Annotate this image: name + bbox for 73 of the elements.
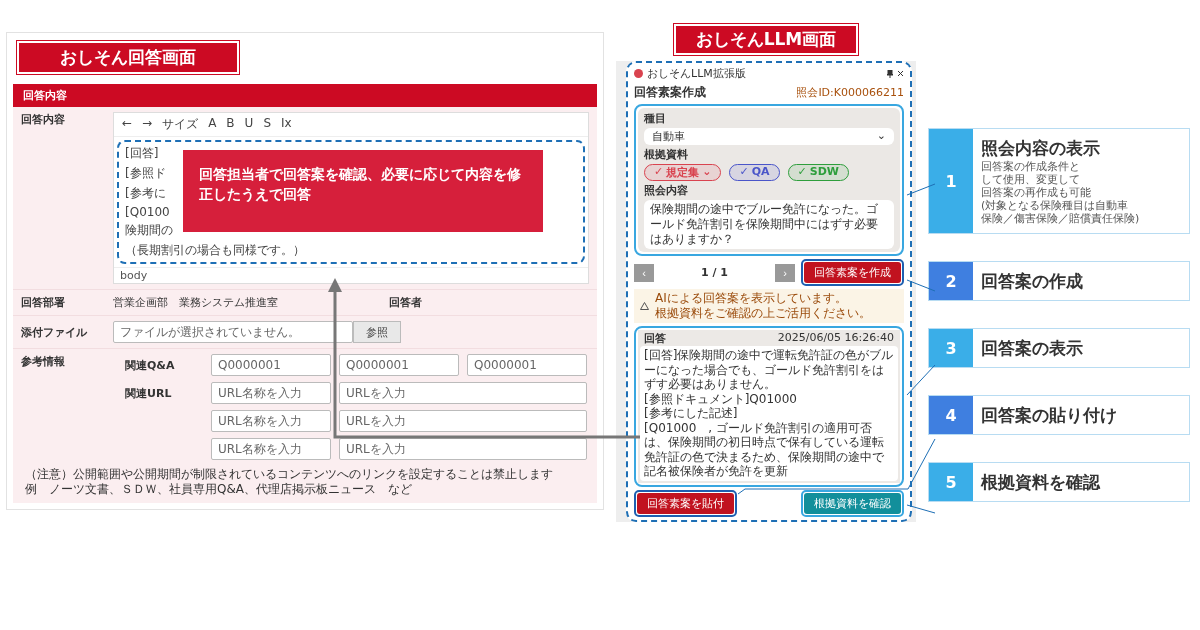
paste-draft-button[interactable]: 回答素案を貼付 (637, 492, 734, 514)
step-number: 2 (929, 262, 973, 300)
answer-text-area[interactable]: [回答]保険期間の途中で運転免許証の色がブルーになった場合でも、ゴールド免許割引をはずす必要はありません。 [参照ドキュメント]Q01000 [参考にした記述] [Q01000 , ゴールド免許割引の適用可否は、保険期間の初日時点で保有している運転免許証の色で決まるため、保険期間の途中で記名被保険者が免許を更新 (640, 346, 898, 481)
timestamp: 2025/06/05 16:26:40 (777, 331, 894, 346)
field-label: 関連Q&A (124, 357, 176, 373)
callout-title: 回答案の作成 (981, 269, 1083, 293)
toolbar-item[interactable]: ← (122, 116, 133, 133)
note-text: 例 ノーツ文書、ＳＤＷ、社員専用Q&A、代理店掲示板ニュース など (25, 482, 413, 497)
toolbar-item[interactable]: A (208, 116, 217, 133)
callout-title: 回答案の貼り付け (981, 403, 1117, 427)
qa-id-field[interactable]: Q0000001 (339, 354, 459, 376)
step-number: 1 (929, 129, 973, 233)
window-title: おしそんLLM拡張版 (647, 66, 747, 81)
editor-text-line: [参考に (125, 185, 166, 202)
editor-text-line: [回答] (125, 145, 159, 162)
field-label: 関連URL (124, 385, 173, 401)
url-name-field[interactable]: URL名称を入力 (211, 382, 331, 404)
browse-button[interactable]: 参照 (353, 321, 401, 343)
source-chip[interactable]: ✓ QA (729, 164, 780, 181)
toolbar-item[interactable]: S (263, 116, 271, 133)
check-sources-button[interactable]: 根拠資料を確認 (804, 492, 901, 514)
qa-id-field[interactable]: Q0000001 (467, 354, 587, 376)
callout-description: 保険／傷害保険／賠償責任保険) (981, 212, 1140, 225)
inquiry-text-area[interactable]: 保険期間の途中でブルー免許になった。ゴールド免許割引を保険期間中にはずす必要はありますか？ (644, 200, 894, 249)
field-label: 種目 (644, 111, 667, 126)
inquiry-id: 照会ID:K000066211 (796, 85, 904, 100)
panel-heading: 回答素案作成 (634, 84, 706, 101)
field-label: 回答内容 (21, 112, 66, 127)
field-label: 回答 (644, 331, 666, 346)
step-number: 4 (929, 396, 973, 434)
editor-text-line: [参照ド (125, 165, 166, 182)
create-draft-button[interactable]: 回答素案を作成 (804, 262, 901, 283)
callout-title: 根拠資料を確認 (981, 470, 1100, 494)
category-dropdown[interactable]: 自動車 ⌄ (644, 128, 894, 145)
toolbar-item[interactable]: B (226, 116, 235, 133)
annotation-banner: 回答担当者で回答案を確認、必要に応じて内容を修正したうえで回答 (183, 150, 543, 232)
toolbar-item[interactable]: U (244, 116, 254, 133)
file-input-field[interactable]: ファイルが選択されていません。 (113, 321, 353, 343)
editor-text-line: 険期間の (125, 222, 173, 239)
field-label: 参考情報 (21, 354, 66, 369)
qa-id-field[interactable]: Q0000001 (211, 354, 331, 376)
screen-title-label: おしそんLLM画面 (673, 24, 859, 55)
url-name-field[interactable]: URL名称を入力 (211, 438, 331, 460)
url-name-field[interactable]: URL名称を入力 (211, 410, 331, 432)
screen-title-label: おしそん回答画面 (17, 41, 239, 74)
callout-description: 回答案の再作成も可能 (981, 186, 1092, 199)
url-field[interactable]: URLを入力 (339, 438, 587, 460)
toolbar-item[interactable]: サイズ (162, 116, 199, 133)
callout-title: 回答案の表示 (981, 336, 1083, 360)
callout-description: 回答案の作成条件と (981, 160, 1081, 173)
field-label: 照会内容 (644, 183, 689, 198)
note-text: （注意）公開範囲や公開期間が制限されているコンテンツへのリンクを設定することは禁止します (25, 467, 554, 482)
editor-status: body (114, 267, 588, 283)
field-label: 根拠資料 (644, 147, 689, 162)
section-header: 回答内容 (13, 84, 597, 107)
toolbar-item[interactable]: → (142, 116, 153, 133)
editor-text-line: （長期割引の場合も同様です。） (125, 242, 305, 259)
callout-description: (対象となる保険種目は自動車 (981, 199, 1130, 212)
callout-title: 照会内容の表示 (981, 137, 1101, 160)
toolbar-item[interactable]: Ix (281, 116, 292, 133)
step-number: 5 (929, 463, 973, 501)
field-label: 添付ファイル (21, 324, 88, 340)
url-field[interactable]: URLを入力 (339, 410, 587, 432)
callout-description: して使用、変更して (981, 173, 1081, 186)
warning-text: AIによる回答案を表示しています。 (655, 291, 848, 306)
step-number: 3 (929, 329, 973, 367)
department-value: 営業企画部 業務システム推進室 (113, 295, 279, 310)
field-label: 回答部署 (21, 295, 66, 310)
editor-text-line: [Q0100 (125, 205, 170, 219)
field-label: 回答者 (389, 295, 423, 310)
warning-text: 根拠資料をご確認の上ご活用ください。 (655, 306, 871, 321)
url-field[interactable]: URLを入力 (339, 382, 587, 404)
page-indicator: 1 / 1 (701, 266, 728, 279)
